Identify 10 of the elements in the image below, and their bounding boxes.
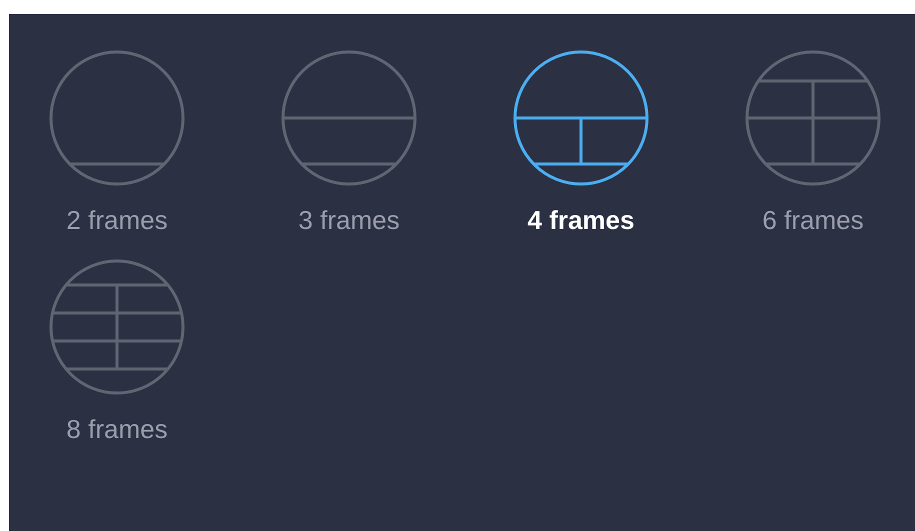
layout-option[interactable]: 4 frames (473, 50, 689, 235)
circle-grid-icon (49, 50, 185, 186)
layout-option[interactable]: 6 frames (705, 50, 915, 235)
circle-grid-icon (49, 259, 185, 395)
layout-option[interactable]: 8 frames (9, 259, 225, 444)
layout-option[interactable]: 3 frames (241, 50, 457, 235)
circle-grid-icon (745, 50, 881, 186)
circle-grid-icon (513, 50, 649, 186)
layout-option[interactable]: 2 frames (9, 50, 225, 235)
circle-grid-icon (281, 50, 417, 186)
